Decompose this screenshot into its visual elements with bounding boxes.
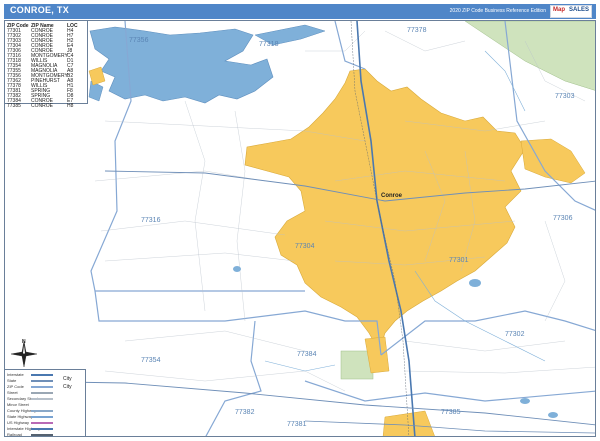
logo-map-text: Map <box>553 7 565 13</box>
legend-swatch <box>31 434 53 436</box>
title-bar: CONROE, TX 2020 ZIP Code Business Refere… <box>4 4 596 19</box>
legend-item: US Highway <box>7 420 30 425</box>
index-cell: H8 <box>67 103 74 109</box>
legend-swatch <box>31 398 53 400</box>
zip-index-table: ZIP Code ZIP Name LOC 77301 CONROE H4 7730… <box>5 21 88 109</box>
zip-label-77318: 77318 <box>259 41 279 48</box>
zip-label-77301: 77301 <box>449 257 469 264</box>
small-pond <box>233 266 241 272</box>
publisher-logo: Map SALES <box>550 5 592 18</box>
zip-label-77381: 77381 <box>287 421 307 428</box>
legend-item: Railroad <box>7 432 22 437</box>
conroe-city-area <box>244 68 526 352</box>
index-cell: 77385 <box>7 103 21 109</box>
map-frame: CONROE, TX 2020 ZIP Code Business Refere… <box>0 0 600 441</box>
zip-label-77302: 77302 <box>505 331 525 338</box>
zip-label-77356: 77356 <box>129 37 149 44</box>
zip-boundary <box>205 320 262 436</box>
city-label-conroe: Conroe <box>381 193 402 199</box>
legend-item: State Highway <box>7 414 33 419</box>
park-area-northeast <box>464 21 595 91</box>
map-graphics <box>5 21 595 436</box>
legend-swatch <box>31 380 53 382</box>
legend-item: Street <box>7 390 18 395</box>
legend-city-label: City <box>63 384 72 390</box>
zip-label-77354: 77354 <box>141 357 161 364</box>
legend-swatch <box>31 428 53 430</box>
map-legend: Interstate State ZIP Code Street Seconda… <box>5 369 86 437</box>
highway-fm1488 <box>5 380 595 426</box>
map-title: CONROE, TX <box>10 5 70 15</box>
legend-swatch <box>31 416 53 418</box>
conroe-annex-sw <box>382 410 435 436</box>
zip-label-77316: 77316 <box>141 217 161 224</box>
zip-label-77385: 77385 <box>441 409 461 416</box>
legend-swatch <box>31 392 53 394</box>
legend-swatch <box>31 422 53 424</box>
logo-sales-text: SALES <box>569 7 590 13</box>
edition-label: 2020 ZIP Code Business Reference Edition <box>449 8 546 14</box>
zip-label-77304: 77304 <box>295 243 315 250</box>
zip-label-77382: 77382 <box>235 409 255 416</box>
legend-item: State <box>7 378 17 383</box>
small-pond <box>520 398 530 404</box>
map-canvas[interactable]: 77356 77318 77378 77303 77316 77304 7730… <box>4 20 596 437</box>
legend-swatch <box>31 386 53 388</box>
legend-city-label: City <box>63 376 72 382</box>
legend-item: Interstate <box>7 372 24 377</box>
legend-swatch <box>31 410 53 412</box>
zip-label-77306: 77306 <box>553 215 573 222</box>
zip-label-77378: 77378 <box>407 27 427 34</box>
small-pond <box>548 412 558 418</box>
legend-swatch <box>31 374 53 376</box>
zip-label-77303: 77303 <box>555 93 575 100</box>
legend-item: ZIP Code <box>7 384 24 389</box>
highway-sh242 <box>304 420 595 434</box>
index-row: 77385 CONROE H8 <box>7 103 85 109</box>
zip-boundary <box>304 380 595 402</box>
legend-item: Minor Street <box>7 402 29 407</box>
zip-label-77384: 77384 <box>297 351 317 358</box>
lake-conroe <box>89 26 274 104</box>
small-pond <box>469 279 481 287</box>
compass-north-label: N <box>22 339 26 345</box>
index-cell: CONROE <box>31 103 53 109</box>
